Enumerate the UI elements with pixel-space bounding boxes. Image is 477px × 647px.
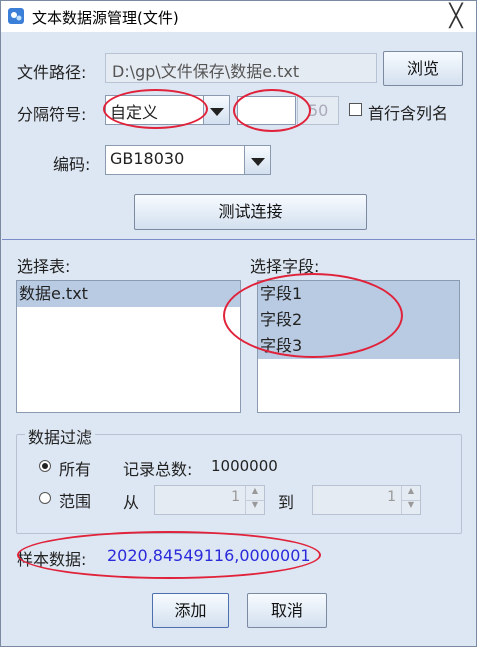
separator-length-value: 50 — [308, 101, 329, 120]
app-icon — [8, 8, 24, 24]
separator-selected-value: 自定义 — [110, 103, 159, 122]
separator-length-field: 50 — [297, 96, 339, 125]
cancel-button[interactable]: 取消 — [247, 593, 327, 628]
select-table-label: 选择表: — [17, 257, 71, 276]
section-divider — [2, 239, 475, 240]
close-icon[interactable]: ╳ — [441, 4, 471, 30]
sample-data-label: 样本数据: — [17, 550, 87, 569]
list-item[interactable]: 数据e.txt — [17, 281, 240, 307]
title-bar: 文本数据源管理(文件) ╳ — [1, 1, 476, 32]
custom-separator-input[interactable] — [237, 96, 296, 125]
list-item[interactable]: 字段1 — [258, 281, 459, 307]
table-list[interactable]: 数据e.txt — [16, 280, 241, 413]
data-filter-label: 数据过滤 — [25, 424, 96, 448]
sample-data-value: 2020,84549116,0000001 — [107, 546, 311, 565]
test-connection-button[interactable]: 测试连接 — [134, 194, 367, 230]
range-from-spinner: 1 ▲ ▼ — [154, 485, 265, 515]
file-path-value: D:\gp\文件保存\数据e.txt — [112, 62, 300, 81]
select-field-label: 选择字段: — [250, 257, 320, 276]
range-to-spinner: 1 ▲ ▼ — [312, 485, 421, 515]
all-label: 所有 — [59, 460, 92, 479]
spinner-up-icon: ▲ — [246, 486, 264, 501]
total-records-value: 1000000 — [211, 457, 278, 475]
separator-label: 分隔符号: — [17, 105, 87, 124]
field-list[interactable]: 字段1 字段2 字段3 — [257, 280, 460, 413]
list-item[interactable]: 字段3 — [258, 333, 459, 359]
range-from-value: 1 — [231, 489, 240, 505]
range-radio[interactable] — [39, 492, 51, 504]
all-radio[interactable] — [39, 460, 51, 472]
first-row-header-checkbox[interactable] — [349, 103, 362, 116]
separator-select[interactable]: 自定义 — [105, 95, 230, 125]
add-button[interactable]: 添加 — [152, 593, 229, 628]
range-label: 范围 — [59, 492, 92, 511]
encoding-selected-value: GB18030 — [110, 149, 185, 168]
first-row-header-label: 首行含列名 — [368, 104, 449, 123]
data-filter-group — [16, 434, 462, 534]
file-path-field[interactable]: D:\gp\文件保存\数据e.txt — [105, 53, 377, 83]
encoding-select[interactable]: GB18030 — [105, 145, 271, 175]
chevron-down-icon[interactable] — [244, 146, 270, 174]
dialog-window: 文本数据源管理(文件) ╳ 文件路径: D:\gp\文件保存\数据e.txt 浏… — [0, 0, 477, 647]
list-item[interactable]: 字段2 — [258, 307, 459, 333]
spinner-down-icon: ▼ — [251, 500, 259, 509]
encoding-label: 编码: — [53, 155, 91, 174]
total-records-label: 记录总数: — [123, 460, 193, 479]
browse-button[interactable]: 浏览 — [383, 51, 463, 86]
spinner-down-icon: ▼ — [407, 500, 415, 509]
file-path-label: 文件路径: — [17, 63, 87, 82]
chevron-down-icon[interactable] — [203, 96, 229, 124]
from-label: 从 — [123, 493, 140, 512]
range-to-value: 1 — [387, 489, 396, 505]
spinner-up-icon: ▲ — [402, 486, 420, 501]
to-label: 到 — [278, 493, 295, 512]
window-title: 文本数据源管理(文件) — [32, 9, 179, 27]
